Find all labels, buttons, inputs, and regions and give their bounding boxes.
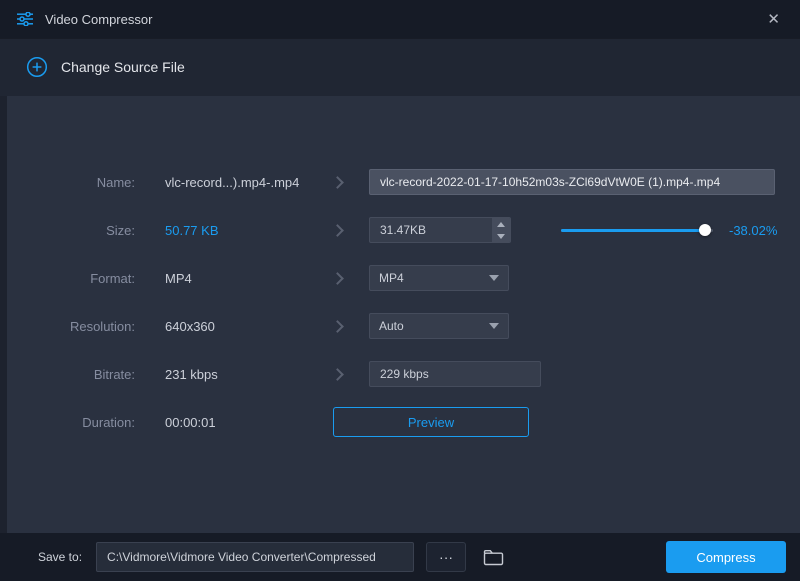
duration-row: Duration: 00:00:01 Preview xyxy=(0,398,800,446)
size-current-value: 50.77 KB xyxy=(165,223,333,238)
compress-button[interactable]: Compress xyxy=(666,541,786,573)
footer-bar: Save to: ··· Compress xyxy=(0,533,800,581)
size-input[interactable] xyxy=(369,217,511,243)
resolution-dropdown-value: Auto xyxy=(379,319,404,333)
name-row: Name: vlc-record...).mp4-.mp4 xyxy=(0,158,800,206)
resolution-row: Resolution: 640x360 Auto xyxy=(0,302,800,350)
resolution-dropdown[interactable]: Auto xyxy=(369,313,509,339)
change-source-file-button[interactable]: Change Source File xyxy=(61,59,185,75)
name-input[interactable] xyxy=(369,169,775,195)
chevron-right-icon xyxy=(331,176,344,189)
size-row: Size: 50.77 KB -38.02% xyxy=(0,206,800,254)
chevron-right-icon xyxy=(331,368,344,381)
chevron-right-icon xyxy=(331,272,344,285)
scrollbar-track[interactable] xyxy=(0,96,7,533)
sliders-icon xyxy=(16,12,34,26)
browse-more-button[interactable]: ··· xyxy=(426,542,466,572)
bitrate-input[interactable] xyxy=(369,361,541,387)
save-path-input[interactable] xyxy=(96,542,414,572)
add-circle-icon[interactable] xyxy=(26,56,48,78)
save-to-label: Save to: xyxy=(38,550,82,564)
bitrate-row: Bitrate: 231 kbps xyxy=(0,350,800,398)
duration-current-value: 00:00:01 xyxy=(165,415,333,430)
size-label: Size: xyxy=(38,223,135,238)
size-spinner-buttons xyxy=(492,218,510,242)
format-dropdown[interactable]: MP4 xyxy=(369,265,509,291)
chevron-right-icon xyxy=(331,224,344,237)
spin-down-icon[interactable] xyxy=(492,230,510,242)
format-current-value: MP4 xyxy=(165,271,333,286)
bitrate-current-value: 231 kbps xyxy=(165,367,333,382)
chevron-right-icon xyxy=(331,320,344,333)
caret-down-icon xyxy=(489,275,499,281)
video-compressor-window: Video Compressor ✕ Change Source File Na… xyxy=(0,0,800,581)
resolution-current-value: 640x360 xyxy=(165,319,333,334)
window-title: Video Compressor xyxy=(45,12,152,27)
caret-down-icon xyxy=(489,323,499,329)
format-label: Format: xyxy=(38,271,135,286)
resolution-label: Resolution: xyxy=(38,319,135,334)
open-folder-icon[interactable] xyxy=(483,549,504,566)
name-label: Name: xyxy=(38,175,135,190)
name-current-value: vlc-record...).mp4-.mp4 xyxy=(165,175,333,190)
bitrate-label: Bitrate: xyxy=(38,367,135,382)
format-row: Format: MP4 MP4 xyxy=(0,254,800,302)
format-dropdown-value: MP4 xyxy=(379,271,404,285)
settings-panel: Name: vlc-record...).mp4-.mp4 Size: 50.7… xyxy=(0,96,800,533)
preview-button[interactable]: Preview xyxy=(333,407,529,437)
size-spinner-field xyxy=(369,217,511,243)
size-slider-fill xyxy=(561,229,705,232)
spin-up-icon[interactable] xyxy=(492,218,510,230)
titlebar: Video Compressor ✕ xyxy=(0,0,800,38)
size-slider[interactable] xyxy=(561,223,713,237)
close-icon[interactable]: ✕ xyxy=(763,10,784,29)
duration-label: Duration: xyxy=(38,415,135,430)
source-band: Change Source File xyxy=(0,38,800,96)
size-reduction-percent: -38.02% xyxy=(729,223,777,238)
size-slider-knob[interactable] xyxy=(699,224,711,236)
